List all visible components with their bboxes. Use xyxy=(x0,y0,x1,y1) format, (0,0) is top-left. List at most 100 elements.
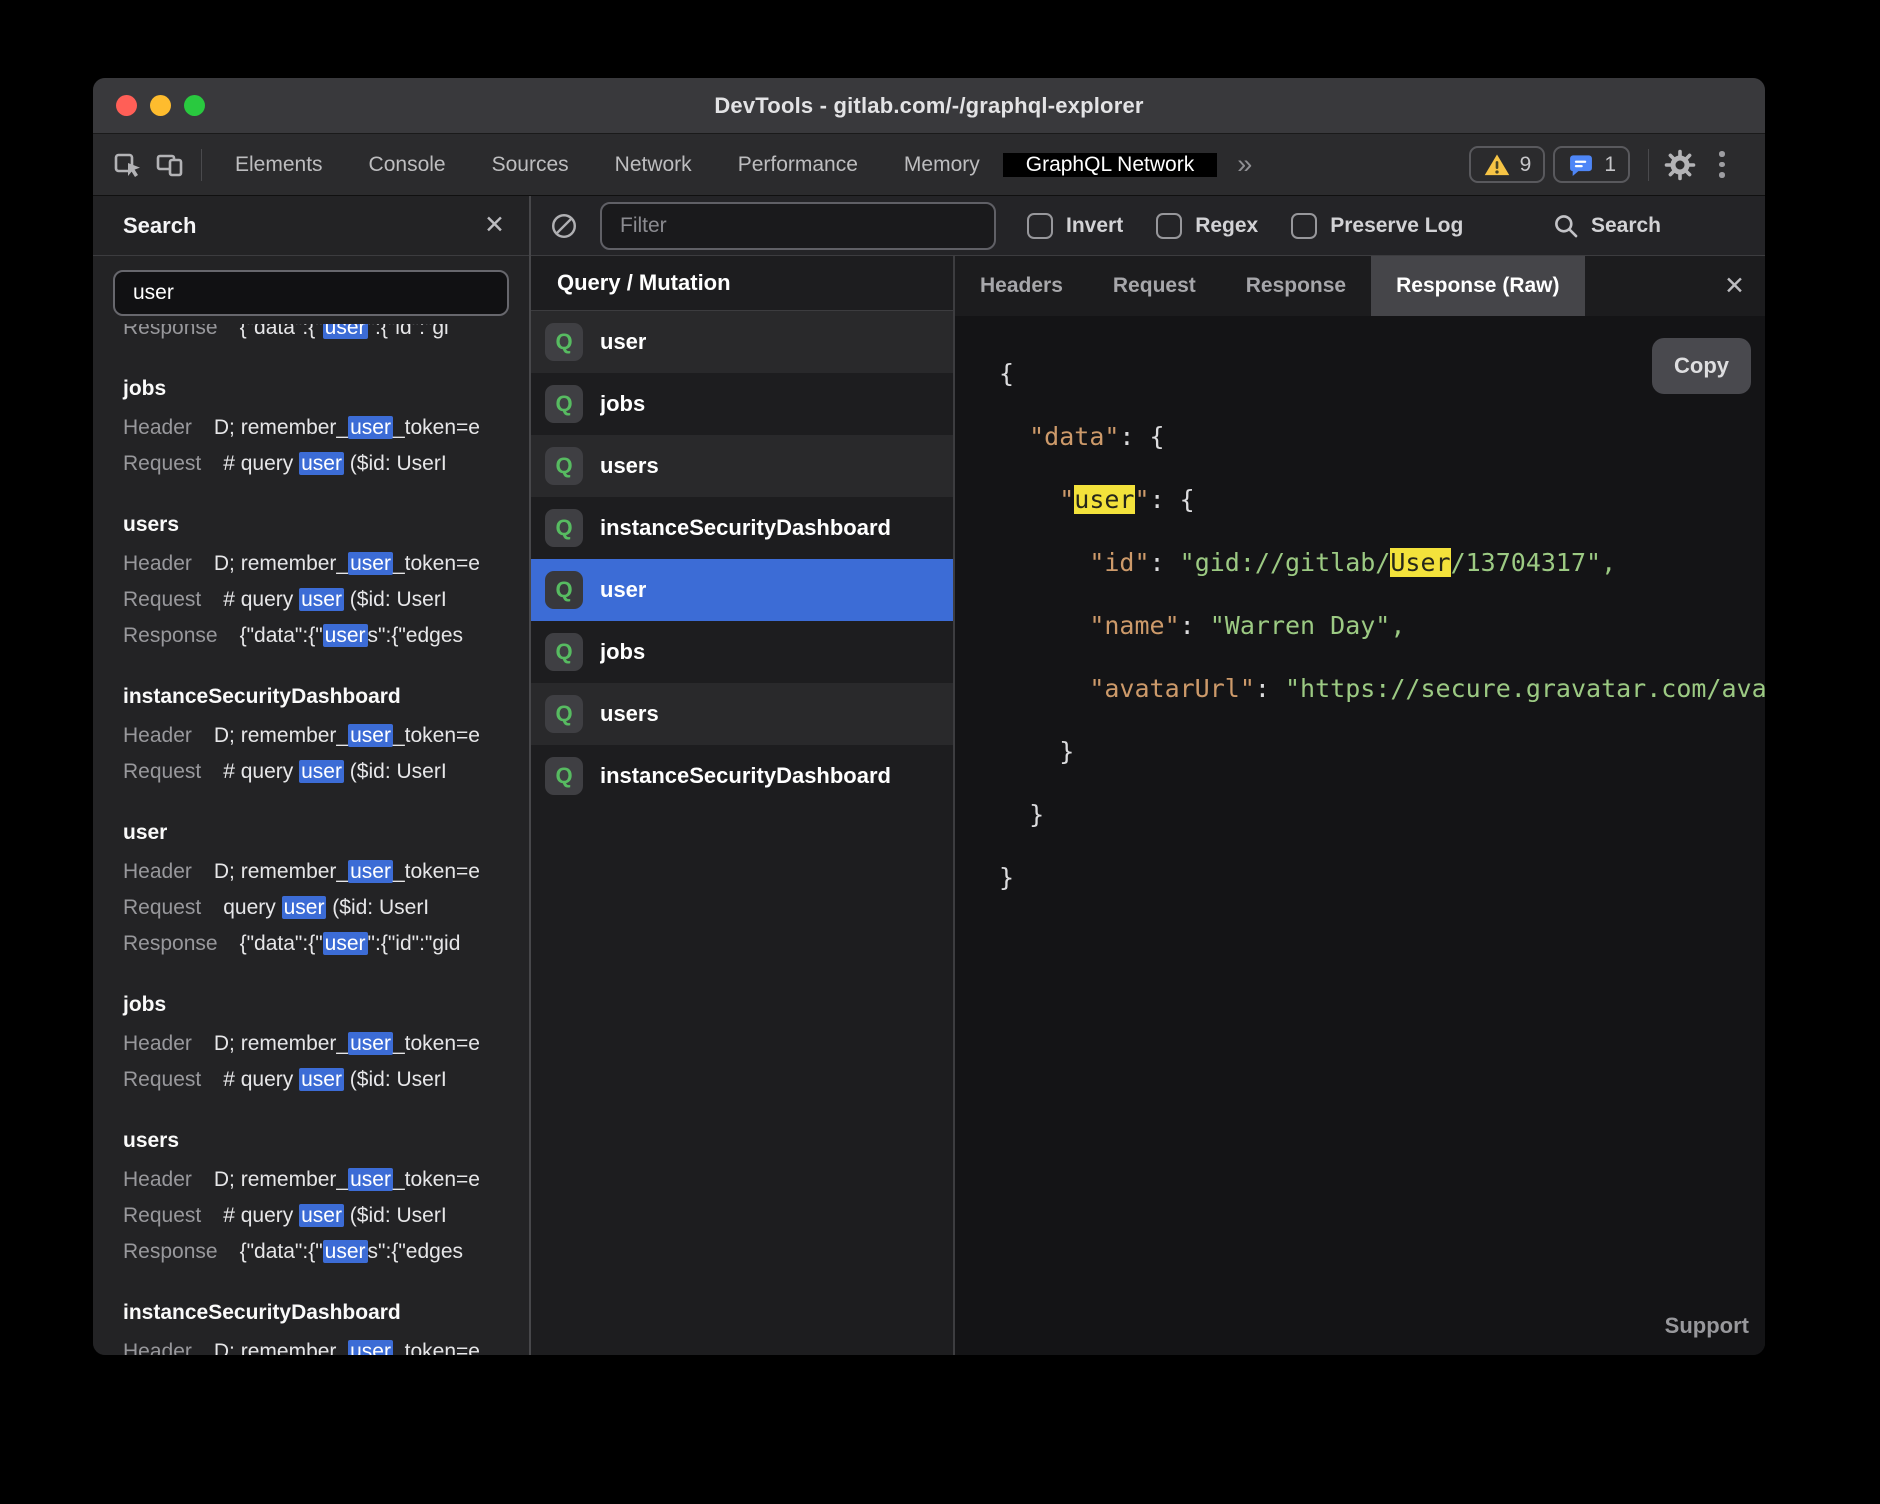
window-controls xyxy=(116,78,205,133)
more-tabs-icon[interactable]: » xyxy=(1217,149,1272,180)
tab-sources[interactable]: Sources xyxy=(469,134,592,195)
search-result-line[interactable]: Request# query user ($id: UserI xyxy=(123,754,529,790)
kebab-menu-icon[interactable] xyxy=(1705,148,1739,182)
search-result-line[interactable]: Response{"data":{"user":{"id":"gi xyxy=(123,324,529,346)
search-result-line[interactable]: HeaderD; remember_user_token=e xyxy=(123,546,529,582)
inspect-element-icon[interactable] xyxy=(111,148,145,182)
search-result-line[interactable]: HeaderD; remember_user_token=e xyxy=(123,854,529,890)
query-row-user[interactable]: Quser xyxy=(531,559,953,621)
search-result-line[interactable]: Request# query user ($id: UserI xyxy=(123,446,529,482)
copy-button[interactable]: Copy xyxy=(1652,338,1751,394)
text-segment: D; remember_ xyxy=(214,1340,348,1355)
query-row-user[interactable]: Quser xyxy=(531,311,953,373)
text-segment: _token=e xyxy=(393,860,480,883)
toolbar-right: 9 1 xyxy=(1469,146,1765,183)
checkbox-invert[interactable] xyxy=(1027,213,1053,239)
query-row-label: instanceSecurityDashboard xyxy=(600,515,891,541)
search-match-highlight: user xyxy=(348,1340,393,1355)
search-result-line[interactable]: Requestquery user ($id: UserI xyxy=(123,890,529,926)
result-value: {"data":{"users":{"edges xyxy=(240,1240,463,1263)
device-toolbar-icon[interactable] xyxy=(153,148,187,182)
text-segment: _token=e xyxy=(393,1032,480,1055)
minimize-window-button[interactable] xyxy=(150,95,171,116)
search-result-line[interactable]: Request# query user ($id: UserI xyxy=(123,582,529,618)
query-rows: QuserQjobsQusersQinstanceSecurityDashboa… xyxy=(531,311,953,1355)
result-value: D; remember_user_token=e xyxy=(214,1032,480,1055)
issues-badge[interactable]: 1 xyxy=(1553,146,1630,183)
tab-request[interactable]: Request xyxy=(1088,256,1221,316)
json-line: "data": { xyxy=(999,405,1765,468)
text-segment xyxy=(999,548,1089,577)
query-badge-icon: Q xyxy=(545,385,583,423)
search-result-line[interactable]: Response {"data":{"user":{"id":"gid xyxy=(123,926,529,962)
search-result-line[interactable]: Response{"data":{"users":{"edges xyxy=(123,618,529,654)
result-value: {"data":{"user":{"id":"gid xyxy=(240,932,461,955)
network-search[interactable]: Search xyxy=(1552,212,1661,240)
result-label: Request xyxy=(123,1204,201,1227)
split-view: Query / Mutation QuserQjobsQusersQinstan… xyxy=(531,256,1765,1355)
query-row-instancesecuritydashboard[interactable]: QinstanceSecurityDashboard xyxy=(531,497,953,559)
search-result-line[interactable]: Header D; remember_user_token=e xyxy=(123,1026,529,1062)
tab-console[interactable]: Console xyxy=(346,134,469,195)
zoom-window-button[interactable] xyxy=(184,95,205,116)
search-result-line[interactable]: HeaderD; remember_user_token=e xyxy=(123,1334,529,1355)
close-window-button[interactable] xyxy=(116,95,137,116)
query-badge-icon: Q xyxy=(545,633,583,671)
tab-graphql-network[interactable]: GraphQL Network xyxy=(1003,153,1217,177)
text-segment: query xyxy=(223,896,281,919)
query-row-label: user xyxy=(600,329,646,355)
text-segment: D; remember_ xyxy=(214,552,348,575)
clear-log-icon[interactable] xyxy=(549,211,579,241)
search-result-line[interactable]: HeaderD; remember_user_token=e xyxy=(123,410,529,446)
result-label: Response xyxy=(123,932,218,955)
result-label: Header xyxy=(123,1032,192,1055)
search-label: Search xyxy=(1591,214,1661,238)
checkbox-preserve-log[interactable] xyxy=(1291,213,1317,239)
search-result-group-title: instanceSecurityDashboard xyxy=(123,679,529,715)
query-row-users[interactable]: Qusers xyxy=(531,683,953,745)
checkbox-label: Invert xyxy=(1066,214,1123,238)
query-row-instancesecuritydashboard[interactable]: QinstanceSecurityDashboard xyxy=(531,745,953,807)
query-row-jobs[interactable]: Qjobs xyxy=(531,373,953,435)
tab-headers[interactable]: Headers xyxy=(955,256,1088,316)
search-result-line[interactable]: HeaderD; remember_user_token=e xyxy=(123,718,529,754)
result-value: D; remember_user_token=e xyxy=(214,1168,480,1191)
search-match-highlight: user xyxy=(1074,485,1134,514)
search-input[interactable] xyxy=(113,270,509,316)
result-value: # query user ($id: UserI xyxy=(223,1204,446,1227)
result-value: # query user ($id: UserI xyxy=(223,588,446,611)
filter-input[interactable] xyxy=(600,202,996,250)
text-segment: "Warren Day", xyxy=(1210,611,1406,640)
search-result-line[interactable]: HeaderD; remember_user_token=e xyxy=(123,1162,529,1198)
warnings-badge[interactable]: 9 xyxy=(1469,146,1546,183)
checkbox-regex[interactable] xyxy=(1156,213,1182,239)
close-search-icon[interactable]: ✕ xyxy=(484,213,505,238)
settings-gear-icon[interactable] xyxy=(1663,148,1697,182)
support-link[interactable]: Support xyxy=(1665,1313,1749,1339)
text-segment: : xyxy=(1119,422,1149,451)
detail-panel: HeadersRequestResponse Response (Raw) ✕ … xyxy=(955,256,1765,1355)
warning-count: 9 xyxy=(1520,153,1532,177)
tab-network[interactable]: Network xyxy=(592,134,715,195)
tab-memory[interactable]: Memory xyxy=(881,134,1003,195)
tab-response-raw[interactable]: Response (Raw) xyxy=(1371,256,1584,316)
query-row-jobs[interactable]: Qjobs xyxy=(531,621,953,683)
window-title: DevTools - gitlab.com/-/graphql-explorer xyxy=(93,93,1765,119)
detail-tabs: HeadersRequestResponse Response (Raw) ✕ xyxy=(955,256,1765,316)
text-segment: } xyxy=(999,737,1074,766)
text-segment xyxy=(999,611,1089,640)
tab-response[interactable]: Response xyxy=(1221,256,1371,316)
tab-performance[interactable]: Performance xyxy=(715,134,881,195)
result-value: # query user ($id: UserI xyxy=(223,760,446,783)
json-line: } xyxy=(999,846,1765,909)
query-row-users[interactable]: Qusers xyxy=(531,435,953,497)
search-result-line[interactable]: Response{"data":{"users":{"edges xyxy=(123,1234,529,1270)
search-result-line[interactable]: Request # query user ($id: UserI xyxy=(123,1198,529,1234)
close-detail-icon[interactable]: ✕ xyxy=(1716,256,1753,316)
text-segment: { xyxy=(999,359,1014,388)
response-raw-view: Copy { "data": { "user": { "id": "gid://… xyxy=(955,316,1765,1355)
search-match-highlight: user xyxy=(348,552,393,575)
search-result-line[interactable]: Request# query user ($id: UserI xyxy=(123,1062,529,1098)
tab-elements[interactable]: Elements xyxy=(212,134,346,195)
text-segment: # query xyxy=(223,452,299,475)
